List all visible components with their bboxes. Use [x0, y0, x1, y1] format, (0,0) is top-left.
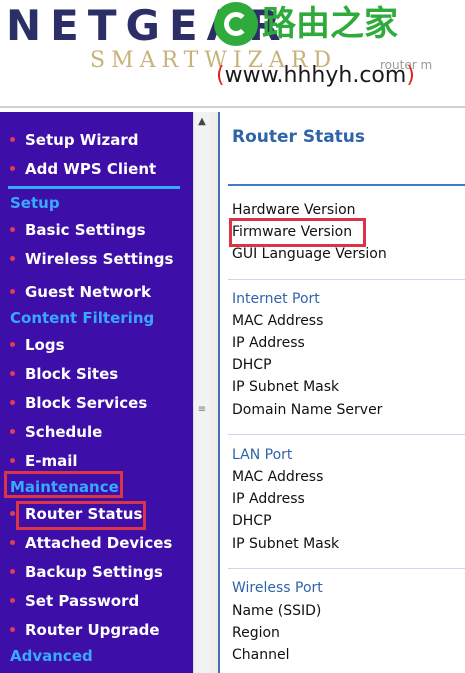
- page-title: Router Status: [232, 127, 366, 147]
- sidebar-item-set-password[interactable]: Set Password: [0, 589, 193, 613]
- section-divider: [228, 279, 465, 280]
- sidebar-item-setup-wizard[interactable]: Setup Wizard: [0, 128, 193, 152]
- frame-divider: [210, 112, 218, 673]
- field-internet-dns: Domain Name Server: [232, 402, 383, 418]
- field-lan-subnet-mask: IP Subnet Mask: [232, 536, 340, 552]
- field-lan-ip-address: IP Address: [232, 491, 305, 507]
- sidebar-item-router-upgrade[interactable]: Router Upgrade: [0, 618, 193, 642]
- sidebar-item-logs[interactable]: Logs: [0, 333, 193, 357]
- field-lan-dhcp: DHCP: [232, 513, 272, 529]
- bullet-icon: [10, 342, 15, 347]
- section-divider: [228, 434, 465, 435]
- bullet-icon: [10, 540, 15, 545]
- sidebar-item-add-wps-client[interactable]: Add WPS Client: [0, 157, 193, 181]
- bullet-icon: [10, 598, 15, 603]
- bullet-icon: [10, 627, 15, 632]
- field-internet-dhcp: DHCP: [232, 357, 272, 373]
- sidebar-item-block-services[interactable]: Block Services: [0, 391, 193, 415]
- header: NETGEAR SMARTWIZARD router m 路由之家 (www.h…: [0, 0, 465, 108]
- sidebar-item-wireless-settings[interactable]: Wireless Settings: [0, 247, 193, 271]
- bullet-icon: [10, 569, 15, 574]
- bullet-icon: [10, 289, 15, 294]
- sidebar-scrollbar[interactable]: ▲ ≡: [193, 112, 210, 673]
- section-title-wireless-port: Wireless Port: [232, 580, 323, 596]
- bullet-icon: [10, 458, 15, 463]
- sidebar-item-backup-settings[interactable]: Backup Settings: [0, 560, 193, 584]
- sidebar-item-basic-settings[interactable]: Basic Settings: [0, 218, 193, 242]
- field-lan-mac-address: MAC Address: [232, 469, 324, 485]
- section-title-lan-port: LAN Port: [232, 447, 293, 463]
- bullet-icon: [10, 400, 15, 405]
- highlight-box-firmware-version: [229, 218, 366, 247]
- highlight-box-maintenance: [4, 471, 123, 498]
- sidebar-item-guest-network[interactable]: Guest Network: [0, 280, 193, 304]
- field-internet-mac-address: MAC Address: [232, 313, 324, 329]
- scroll-up-icon[interactable]: ▲: [194, 112, 210, 130]
- field-wireless-channel: Channel: [232, 647, 290, 663]
- title-divider: [228, 184, 465, 186]
- sidebar: Setup Wizard Add WPS Client Setup Basic …: [0, 112, 193, 673]
- section-divider: [228, 568, 465, 569]
- highlight-box-router-status: [16, 501, 146, 530]
- sidebar-heading-advanced[interactable]: Advanced: [10, 647, 93, 665]
- sidebar-item-schedule[interactable]: Schedule: [0, 420, 193, 444]
- bullet-icon: [10, 256, 15, 261]
- watermark-name: 路由之家: [262, 4, 398, 44]
- field-internet-subnet-mask: IP Subnet Mask: [232, 379, 340, 395]
- field-gui-language-version: GUI Language Version: [232, 246, 387, 262]
- scroll-grip-icon[interactable]: ≡: [196, 402, 208, 416]
- field-wireless-region: Region: [232, 625, 280, 641]
- bullet-icon: [10, 227, 15, 232]
- bullet-icon: [10, 371, 15, 376]
- watermark-url: (www.hhhyh.com): [216, 63, 415, 88]
- field-internet-ip-address: IP Address: [232, 335, 305, 351]
- sidebar-item-block-sites[interactable]: Block Sites: [0, 362, 193, 386]
- sidebar-divider: [8, 186, 180, 189]
- main-panel: Router Status Hardware Version Firmware …: [218, 112, 465, 673]
- sidebar-heading-content-filtering[interactable]: Content Filtering: [10, 309, 154, 327]
- bullet-icon: [10, 137, 15, 142]
- bullet-icon: [10, 511, 15, 516]
- sidebar-item-email[interactable]: E-mail: [0, 449, 193, 473]
- field-wireless-ssid: Name (SSID): [232, 603, 322, 619]
- sidebar-heading-setup[interactable]: Setup: [10, 194, 60, 212]
- bullet-icon: [10, 429, 15, 434]
- field-hardware-version: Hardware Version: [232, 202, 356, 218]
- header-divider: [0, 106, 465, 108]
- section-title-internet-port: Internet Port: [232, 291, 320, 307]
- bullet-icon: [10, 166, 15, 171]
- luyou-logo-icon: [214, 2, 258, 46]
- sidebar-item-attached-devices[interactable]: Attached Devices: [0, 531, 193, 555]
